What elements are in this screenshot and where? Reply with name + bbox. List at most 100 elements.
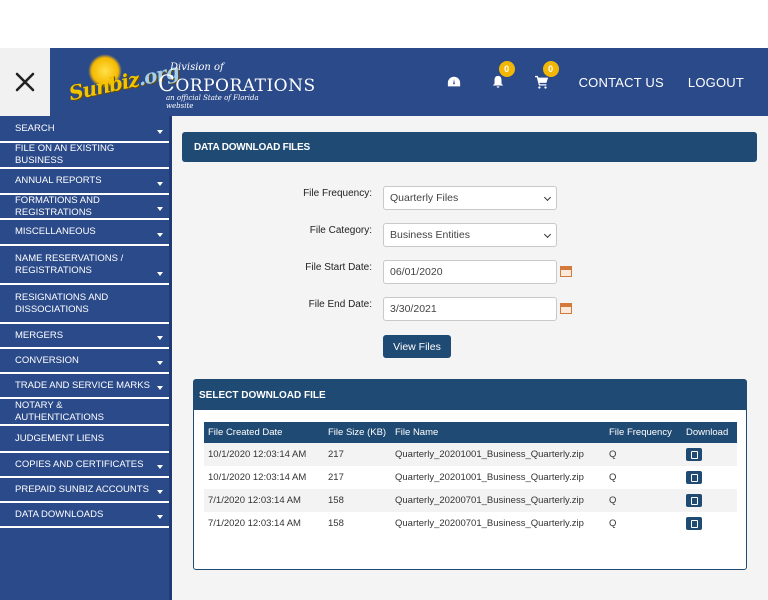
cell-created: 10/1/2020 12:03:14 AM <box>208 472 307 483</box>
cell-created: 7/1/2020 12:03:14 AM <box>204 489 324 512</box>
sunbiz-logo[interactable]: Sunbiz.org Division of CORPORATIONS an o… <box>58 52 315 112</box>
sidebar-item-search[interactable]: SEARCH <box>0 116 169 143</box>
sidebar-item-prepaid-accounts[interactable]: PREPAID SUNBIZ ACCOUNTS <box>0 478 169 503</box>
cell-size: 158 <box>328 518 344 529</box>
chevron-down-icon <box>157 130 163 134</box>
sidebar-item-label: ANNUAL REPORTS <box>15 175 102 186</box>
view-files-button[interactable]: View Files <box>383 335 451 358</box>
sidebar-item-annual-reports[interactable]: ANNUAL REPORTS <box>0 169 169 195</box>
cell-file-name: Quarterly_20200701_Business_Quarterly.zi… <box>391 489 605 512</box>
download-icon[interactable] <box>686 471 702 484</box>
sidebar-item-conversion[interactable]: CONVERSION <box>0 349 169 374</box>
download-table: File Created Date File Size (KB) File Na… <box>204 422 737 535</box>
sidebar-item-label: FILE ON AN EXISTING BUSINESS <box>15 143 115 166</box>
column-header: File Size (KB) <box>324 422 391 443</box>
table-header-row: File Created Date File Size (KB) File Na… <box>204 422 737 443</box>
cell-size: 158 <box>324 489 391 512</box>
cart-button[interactable]: 0 <box>534 61 559 89</box>
sidebar-item-data-downloads[interactable]: DATA DOWNLOADS <box>0 503 169 528</box>
cell-frequency: Q <box>609 518 617 529</box>
sidebar-item-name-reservations[interactable]: NAME RESERVATIONS / REGISTRATIONS <box>0 246 169 285</box>
table-row: 10/1/2020 12:03:14 AM 217 Quarterly_2020… <box>204 443 737 466</box>
sidebar-item-label: SEARCH <box>15 122 55 134</box>
frequency-label: File Frequency: <box>303 188 372 199</box>
chevron-down-icon <box>157 465 163 469</box>
download-icon[interactable] <box>686 448 702 461</box>
close-menu-button[interactable] <box>0 48 50 116</box>
logo-sunbiz: Sunbiz <box>66 67 141 106</box>
sidebar-item-label: FORMATIONS AND REGISTRATIONS <box>15 194 100 218</box>
cell-frequency: Q <box>609 472 617 483</box>
sidebar-item-mergers[interactable]: MERGERS <box>0 324 169 349</box>
sidebar-item-resignations[interactable]: RESIGNATIONS AND DISSOCIATIONS <box>0 285 169 324</box>
calendar-icon[interactable] <box>560 303 572 314</box>
main-content: DATA DOWNLOAD FILES File Frequency: Quar… <box>172 116 768 600</box>
calendar-icon[interactable] <box>560 266 572 277</box>
cell-file-name: Quarterly_20200701_Business_Quarterly.zi… <box>395 518 584 529</box>
sidebar-item-miscellaneous[interactable]: MISCELLANEOUS <box>0 220 169 246</box>
chevron-down-icon <box>157 336 163 340</box>
notification-badge: 0 <box>498 61 515 77</box>
frequency-value: Quarterly Files <box>390 192 459 204</box>
sidebar-item-label: PREPAID SUNBIZ ACCOUNTS <box>15 483 149 495</box>
dashboard-button[interactable] <box>447 75 461 89</box>
chevron-down-icon <box>157 386 163 390</box>
bell-icon <box>492 75 503 88</box>
download-icon[interactable] <box>686 494 702 507</box>
sidebar-item-notary[interactable]: NOTARY & AUTHENTICATIONS <box>0 399 169 426</box>
header-actions: 0 0 CONTACT US LOGOUT <box>447 48 768 116</box>
page-title: DATA DOWNLOAD FILES <box>182 132 757 162</box>
sidebar-item-trade-service-marks[interactable]: TRADE AND SERVICE MARKS <box>0 374 169 399</box>
sidebar-nav: SEARCH FILE ON AN EXISTING BUSINESS ANNU… <box>0 116 172 600</box>
chevron-down-icon <box>157 233 163 237</box>
sidebar-item-label: CONVERSION <box>15 354 79 366</box>
download-icon[interactable] <box>686 517 702 530</box>
dashboard-icon <box>447 76 460 87</box>
logo-tagline: an official State of Florida website <box>166 94 259 110</box>
cart-icon <box>534 75 548 89</box>
start-date-input[interactable]: 06/01/2020 <box>383 260 557 284</box>
table-row: 7/1/2020 12:03:14 AM 158 Quarterly_20200… <box>204 489 737 512</box>
notifications-button[interactable]: 0 <box>491 61 515 89</box>
sidebar-item-judgement-liens[interactable]: JUDGEMENT LIENS <box>0 426 169 453</box>
sidebar-item-label: DATA DOWNLOADS <box>15 508 104 520</box>
cell-size: 217 <box>328 472 344 483</box>
cell-frequency: Q <box>605 489 682 512</box>
table-row: 7/1/2020 12:03:14 AM 158 Quarterly_20200… <box>204 512 737 535</box>
sidebar-item-label: NAME RESERVATIONS / REGISTRATIONS <box>15 252 124 276</box>
column-header: Download <box>682 422 737 443</box>
column-header: File Created Date <box>204 422 324 443</box>
end-date-input[interactable]: 3/30/2021 <box>383 297 557 321</box>
start-date-label: File Start Date: <box>305 262 372 273</box>
cell-frequency: Q <box>605 443 682 466</box>
sidebar-item-label: COPIES AND CERTIFICATES <box>15 458 144 470</box>
contact-us-link[interactable]: CONTACT US <box>579 75 664 90</box>
frequency-select[interactable]: Quarterly Files <box>383 186 557 210</box>
sidebar-item-file-existing[interactable]: FILE ON AN EXISTING BUSINESS <box>0 143 169 169</box>
end-date-label: File End Date: <box>308 299 372 310</box>
chevron-down-icon <box>157 490 163 494</box>
sidebar-item-copies-certificates[interactable]: COPIES AND CERTIFICATES <box>0 453 169 478</box>
chevron-down-icon <box>157 361 163 365</box>
chevron-down-icon <box>157 207 163 211</box>
table-row: 10/1/2020 12:03:14 AM 217 Quarterly_2020… <box>204 466 737 489</box>
sidebar-item-label: MISCELLANEOUS <box>15 226 96 237</box>
close-icon <box>15 72 35 92</box>
cell-size: 217 <box>324 443 391 466</box>
cell-created: 10/1/2020 12:03:14 AM <box>204 443 324 466</box>
download-panel: SELECT DOWNLOAD FILE File Created Date F… <box>193 379 747 570</box>
chevron-down-icon <box>157 272 163 276</box>
category-label: File Category: <box>309 225 372 236</box>
site-header: Sunbiz.org Division of CORPORATIONS an o… <box>50 48 768 116</box>
category-select[interactable]: Business Entities <box>383 223 557 247</box>
chevron-down-icon <box>543 230 552 239</box>
end-date-value: 3/30/2021 <box>390 303 437 315</box>
cell-created: 7/1/2020 12:03:14 AM <box>208 518 301 529</box>
column-header: File Name <box>391 422 605 443</box>
cart-badge: 0 <box>542 61 559 77</box>
sidebar-item-formations[interactable]: FORMATIONS AND REGISTRATIONS <box>0 195 169 220</box>
column-header: File Frequency <box>605 422 682 443</box>
start-date-value: 06/01/2020 <box>390 266 443 278</box>
sidebar-item-label: TRADE AND SERVICE MARKS <box>15 379 150 391</box>
logout-link[interactable]: LOGOUT <box>688 75 744 90</box>
